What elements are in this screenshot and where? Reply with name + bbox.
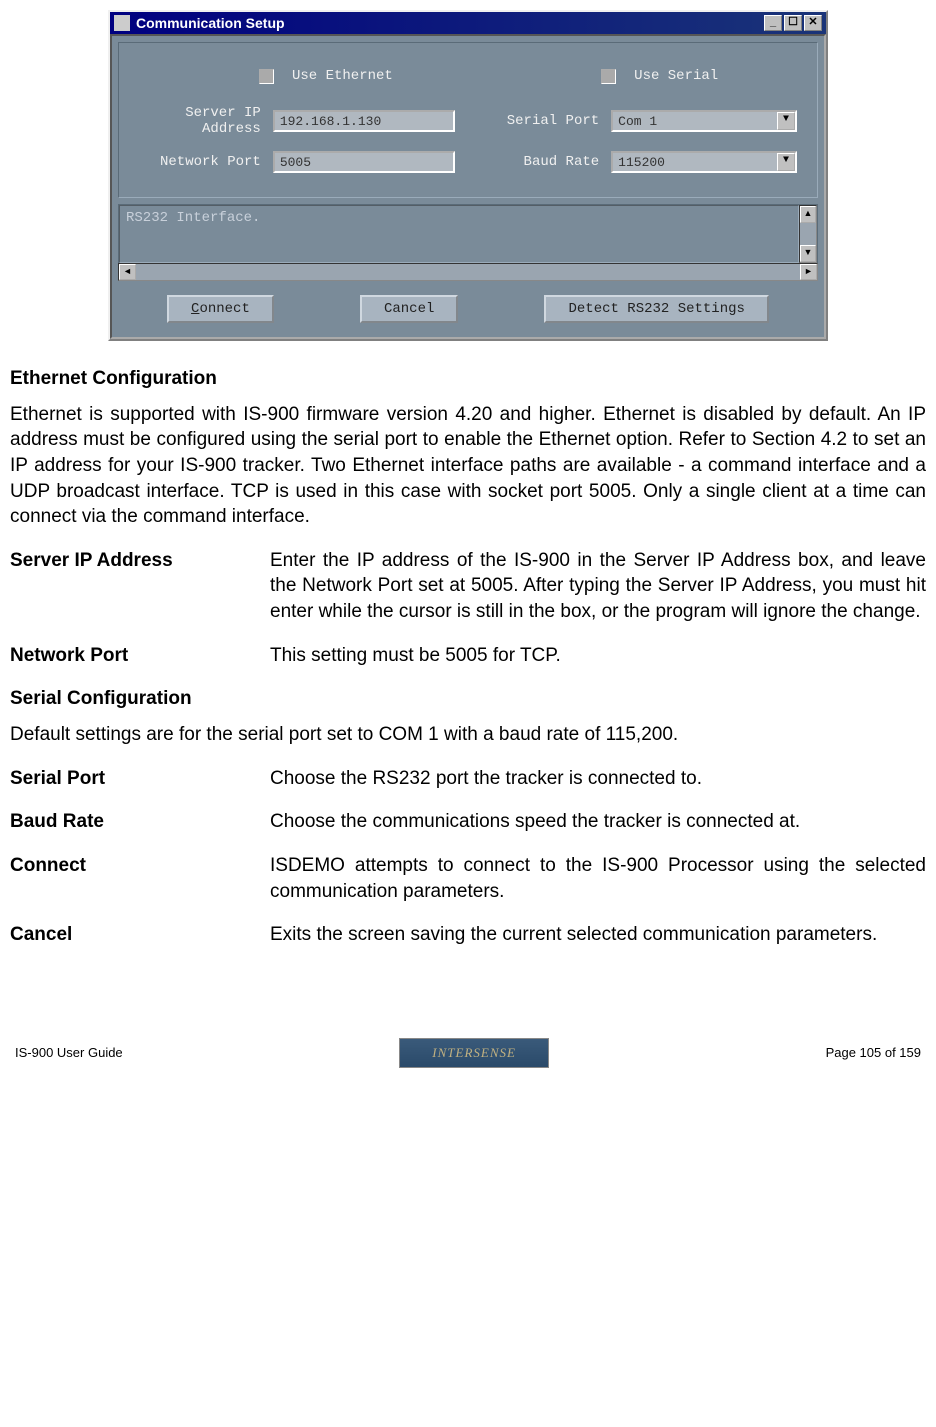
app-icon: [114, 15, 130, 31]
network-port-label: Network Port: [139, 154, 273, 170]
baud-rate-combo[interactable]: 115200 ▼: [611, 151, 797, 173]
server-ip-input[interactable]: [273, 110, 455, 132]
footer-right: Page 105 of 159: [826, 1045, 921, 1060]
use-ethernet-checkbox[interactable]: [259, 69, 274, 84]
serial-port-value: Com 1: [618, 114, 657, 129]
network-port-term: Network Port: [10, 643, 270, 669]
serial-port-term: Serial Port: [10, 766, 270, 792]
scroll-up-icon[interactable]: ▲: [800, 206, 816, 223]
server-ip-term: Server IP Address: [10, 548, 270, 625]
intersense-logo: INTERSENSE: [399, 1038, 549, 1068]
scroll-left-icon[interactable]: ◄: [119, 264, 136, 280]
baud-rate-term: Baud Rate: [10, 809, 270, 835]
close-icon[interactable]: ✕: [804, 15, 822, 31]
communication-setup-dialog: Communication Setup _ ☐ ✕ Use Ethernet U…: [108, 10, 828, 341]
scroll-right-icon[interactable]: ►: [800, 264, 817, 280]
connect-term: Connect: [10, 853, 270, 904]
use-ethernet-label: Use Ethernet: [292, 68, 393, 84]
serial-port-combo[interactable]: Com 1 ▼: [611, 110, 797, 132]
horizontal-scrollbar[interactable]: ◄ ►: [118, 263, 818, 281]
cancel-button[interactable]: Cancel: [360, 295, 458, 323]
serial-config-heading: Serial Configuration: [10, 686, 926, 712]
baud-rate-label: Baud Rate: [481, 154, 611, 170]
maximize-icon[interactable]: ☐: [784, 15, 802, 31]
server-ip-label: Server IP Address: [139, 105, 273, 137]
server-ip-desc: Enter the IP address of the IS-900 in th…: [270, 548, 926, 625]
serial-port-label: Serial Port: [481, 113, 611, 129]
network-port-desc: This setting must be 5005 for TCP.: [270, 643, 926, 669]
chevron-down-icon[interactable]: ▼: [777, 112, 795, 130]
use-serial-label: Use Serial: [634, 68, 718, 84]
baud-rate-value: 115200: [618, 155, 665, 170]
connect-button[interactable]: Connect: [167, 295, 274, 323]
footer-left: IS-900 User Guide: [15, 1045, 123, 1060]
dialog-title: Communication Setup: [136, 15, 285, 31]
cancel-term: Cancel: [10, 922, 270, 948]
ethernet-config-paragraph: Ethernet is supported with IS-900 firmwa…: [10, 402, 926, 530]
vertical-scrollbar[interactable]: ▲ ▼: [799, 205, 817, 263]
detect-rs232-button[interactable]: Detect RS232 Settings: [544, 295, 768, 323]
use-serial-checkbox[interactable]: [601, 69, 616, 84]
serial-port-desc: Choose the RS232 port the tracker is con…: [270, 766, 926, 792]
baud-rate-desc: Choose the communications speed the trac…: [270, 809, 926, 835]
chevron-down-icon[interactable]: ▼: [777, 153, 795, 171]
serial-config-paragraph: Default settings are for the serial port…: [10, 722, 926, 748]
log-output: RS232 Interface.: [119, 205, 799, 263]
cancel-desc: Exits the screen saving the current sele…: [270, 922, 926, 948]
scroll-down-icon[interactable]: ▼: [800, 245, 816, 262]
titlebar[interactable]: Communication Setup _ ☐ ✕: [110, 12, 826, 34]
connect-desc: ISDEMO attempts to connect to the IS-900…: [270, 853, 926, 904]
network-port-input[interactable]: [273, 151, 455, 173]
ethernet-config-heading: Ethernet Configuration: [10, 366, 926, 392]
minimize-icon[interactable]: _: [764, 15, 782, 31]
